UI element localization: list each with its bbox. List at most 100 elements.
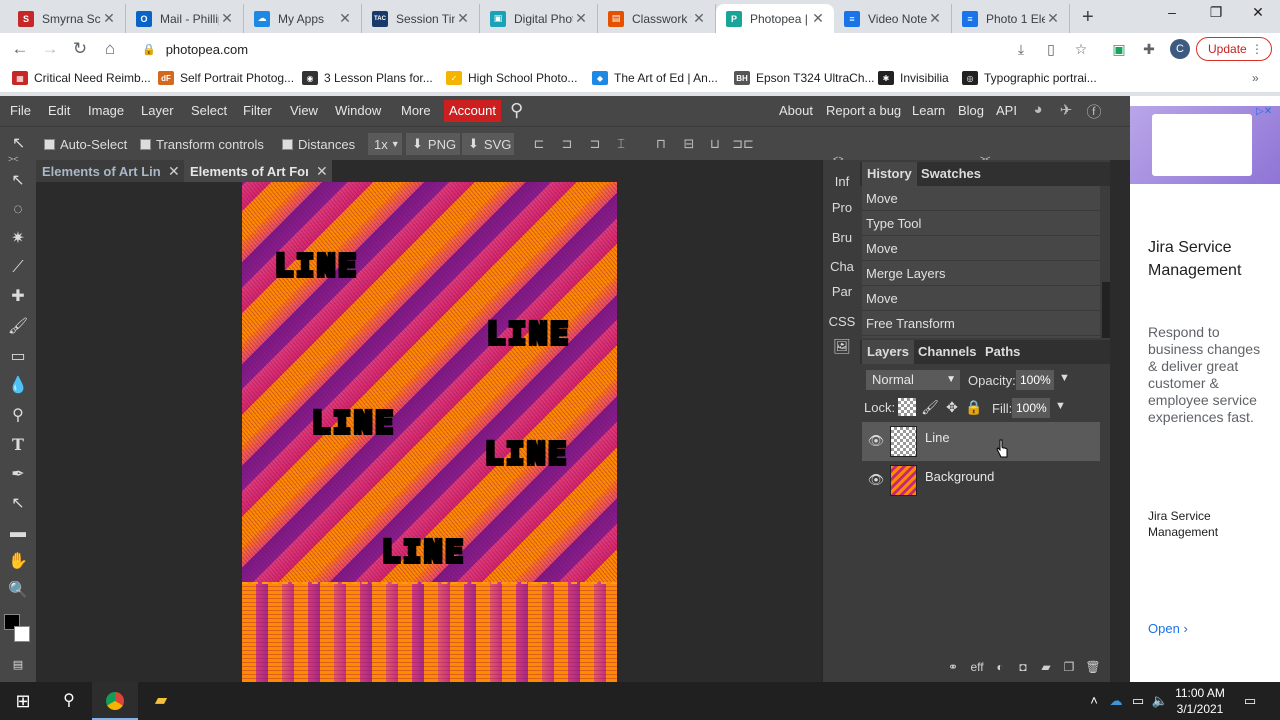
menu-view[interactable]: View [290, 103, 318, 118]
menu-layer[interactable]: Layer [141, 103, 174, 118]
align-right-icon[interactable]: ⊐ [586, 136, 604, 152]
close-icon[interactable]: ✕ [691, 10, 707, 27]
new-tab-button[interactable]: + [1082, 6, 1094, 29]
browser-tab[interactable]: ≡ Video Note ✕ [834, 4, 952, 33]
close-icon[interactable]: ✕ [337, 10, 353, 27]
image-icon[interactable]: 🖼 [823, 338, 861, 355]
path-select-icon[interactable]: ↖ [6, 493, 30, 515]
move-tool-icon[interactable]: ↖ [6, 170, 30, 192]
lock-paint-icon[interactable]: 🖌 [921, 398, 939, 416]
api-link[interactable]: API [996, 103, 1017, 118]
canvas-workspace[interactable]: LINE LINE LINE LINE LINE [36, 182, 822, 682]
rectangle-tool-icon[interactable]: ▬ [6, 522, 30, 544]
document-canvas[interactable]: LINE LINE LINE LINE LINE [242, 182, 617, 682]
ad-open-link[interactable]: Open › [1148, 621, 1188, 636]
menu-edit[interactable]: Edit [48, 103, 70, 118]
panel-info[interactable]: Inf [823, 174, 861, 189]
menu-file[interactable]: File [10, 103, 31, 118]
auto-select-checkbox[interactable]: Auto-Select [44, 137, 127, 152]
layer-row-line[interactable]: 👁 Line [862, 422, 1100, 461]
export-png-button[interactable]: ⬇ PNG [406, 133, 460, 155]
windows-start-icon[interactable]: ⊞ [0, 682, 46, 720]
transform-controls-checkbox[interactable]: Transform controls [140, 137, 264, 152]
notifications-icon[interactable]: ▭ [1240, 693, 1260, 709]
history-item[interactable]: Type Tool [862, 211, 1100, 236]
bookmarks-overflow-icon[interactable]: » [1252, 71, 1259, 85]
lock-position-icon[interactable]: ✥ [943, 398, 961, 416]
tab-swatches[interactable]: Swatches [916, 162, 986, 186]
dodge-tool-icon[interactable]: ⚲ [6, 405, 30, 427]
tab-history[interactable]: History [862, 162, 917, 186]
lock-all-icon[interactable]: 🔒 [965, 398, 983, 416]
browser-tab[interactable]: O Mail - Phillip ✕ [126, 4, 244, 33]
eyedropper-icon[interactable]: ⟋ [6, 257, 30, 279]
taskbar-clock[interactable]: 11:00 AM 3/1/2021 [1172, 685, 1228, 717]
address-bar[interactable]: 🔒 photopea.com [132, 36, 1102, 62]
link-icon[interactable]: ⚭ [944, 660, 962, 674]
profile-avatar[interactable]: C [1170, 39, 1190, 59]
tab-layers[interactable]: Layers [862, 340, 914, 364]
close-window-button[interactable]: ✕ [1248, 4, 1268, 21]
install-icon[interactable]: ⤓ [1012, 41, 1030, 58]
bookmark-item[interactable]: ◆ The Art of Ed | An... [592, 71, 718, 85]
eye-icon[interactable]: 👁 [866, 433, 886, 449]
bookmark-item[interactable]: dF Self Portrait Photog... [158, 71, 294, 85]
menu-filter[interactable]: Filter [243, 103, 272, 118]
panel-character[interactable]: Cha [823, 259, 861, 274]
new-layer-icon[interactable]: ❐ [1060, 660, 1078, 674]
close-icon[interactable]: ✕ [455, 10, 471, 27]
page-icon[interactable]: ▯ [1042, 41, 1060, 58]
reload-icon[interactable]: ↻ [70, 39, 90, 59]
type-tool-icon[interactable]: T [6, 434, 30, 456]
close-icon[interactable]: ✕ [573, 10, 589, 27]
lock-transparency-icon[interactable] [898, 398, 916, 416]
file-explorer-icon[interactable]: ▰ [138, 682, 184, 720]
bookmark-item[interactable]: BH Epson T324 UltraCh... [734, 71, 875, 85]
update-button[interactable]: Update ⋮ [1196, 37, 1272, 61]
opacity-dropdown-icon[interactable]: ▼ [1059, 372, 1070, 384]
close-icon[interactable]: ✕ [316, 163, 328, 180]
volume-icon[interactable]: 🔈 [1150, 693, 1170, 709]
facebook-icon[interactable]: ⓕ [1084, 101, 1104, 122]
eye-icon[interactable]: 👁 [866, 472, 886, 488]
background-color-swatch[interactable] [14, 626, 30, 642]
collapse-icon[interactable]: >< [8, 154, 19, 164]
bookmark-item[interactable]: ▦ Critical Need Reimb... [12, 71, 151, 85]
close-icon[interactable]: ✕ [810, 10, 826, 27]
learn-link[interactable]: Learn [912, 103, 945, 118]
twitter-icon[interactable]: ✈ [1056, 101, 1076, 119]
browser-tab[interactable]: P Photopea | ✕ [716, 4, 834, 33]
panel-brush[interactable]: Bru [823, 230, 861, 245]
back-icon[interactable]: ← [10, 39, 30, 59]
minimize-button[interactable]: – [1162, 4, 1182, 20]
panel-paragraph[interactable]: Par [823, 284, 861, 299]
report-bug-link[interactable]: Report a bug [826, 103, 901, 118]
network-icon[interactable]: ▭ [1128, 693, 1148, 709]
blend-mode-dropdown[interactable]: Normal ▼ [866, 370, 960, 390]
adjustment-icon[interactable]: ◐ [991, 660, 1009, 674]
menu-select[interactable]: Select [191, 103, 227, 118]
export-svg-button[interactable]: ⬇ SVG [462, 133, 514, 155]
extensions-puzzle-icon[interactable]: ✚ [1140, 41, 1158, 58]
align-bottom-icon[interactable]: ⊔ [706, 136, 724, 152]
align-middle-icon[interactable]: ⊟ [680, 136, 698, 152]
history-item[interactable]: Move [862, 286, 1100, 311]
close-icon[interactable]: ✕ [219, 10, 235, 27]
search-icon[interactable]: ⚲ [510, 100, 523, 121]
blur-tool-icon[interactable]: 💧 [6, 375, 30, 397]
chrome-taskbar-icon[interactable] [92, 682, 138, 720]
forward-icon[interactable]: → [40, 39, 60, 59]
reddit-icon[interactable]: ◕ [1028, 101, 1048, 118]
doc-tab-1[interactable]: Elements of Art Lin ✕ [36, 160, 184, 182]
account-button[interactable]: Account [444, 100, 501, 122]
close-icon[interactable]: ✕ [101, 10, 117, 27]
distribute-vertical-icon[interactable]: ⊐⊏ [732, 136, 754, 152]
browser-tab[interactable]: S Smyrna Sch ✕ [8, 4, 126, 33]
gradient-tool-icon[interactable]: ▭ [6, 346, 30, 368]
distribute-icon[interactable]: ⌶ [612, 136, 630, 152]
blog-link[interactable]: Blog [958, 103, 984, 118]
browser-tab[interactable]: ▣ Digital Phot ✕ [480, 4, 598, 33]
extension-grammarly-icon[interactable]: ▣ [1110, 41, 1128, 58]
align-top-icon[interactable]: ⊓ [652, 136, 670, 152]
onedrive-icon[interactable]: ☁ [1106, 693, 1126, 709]
